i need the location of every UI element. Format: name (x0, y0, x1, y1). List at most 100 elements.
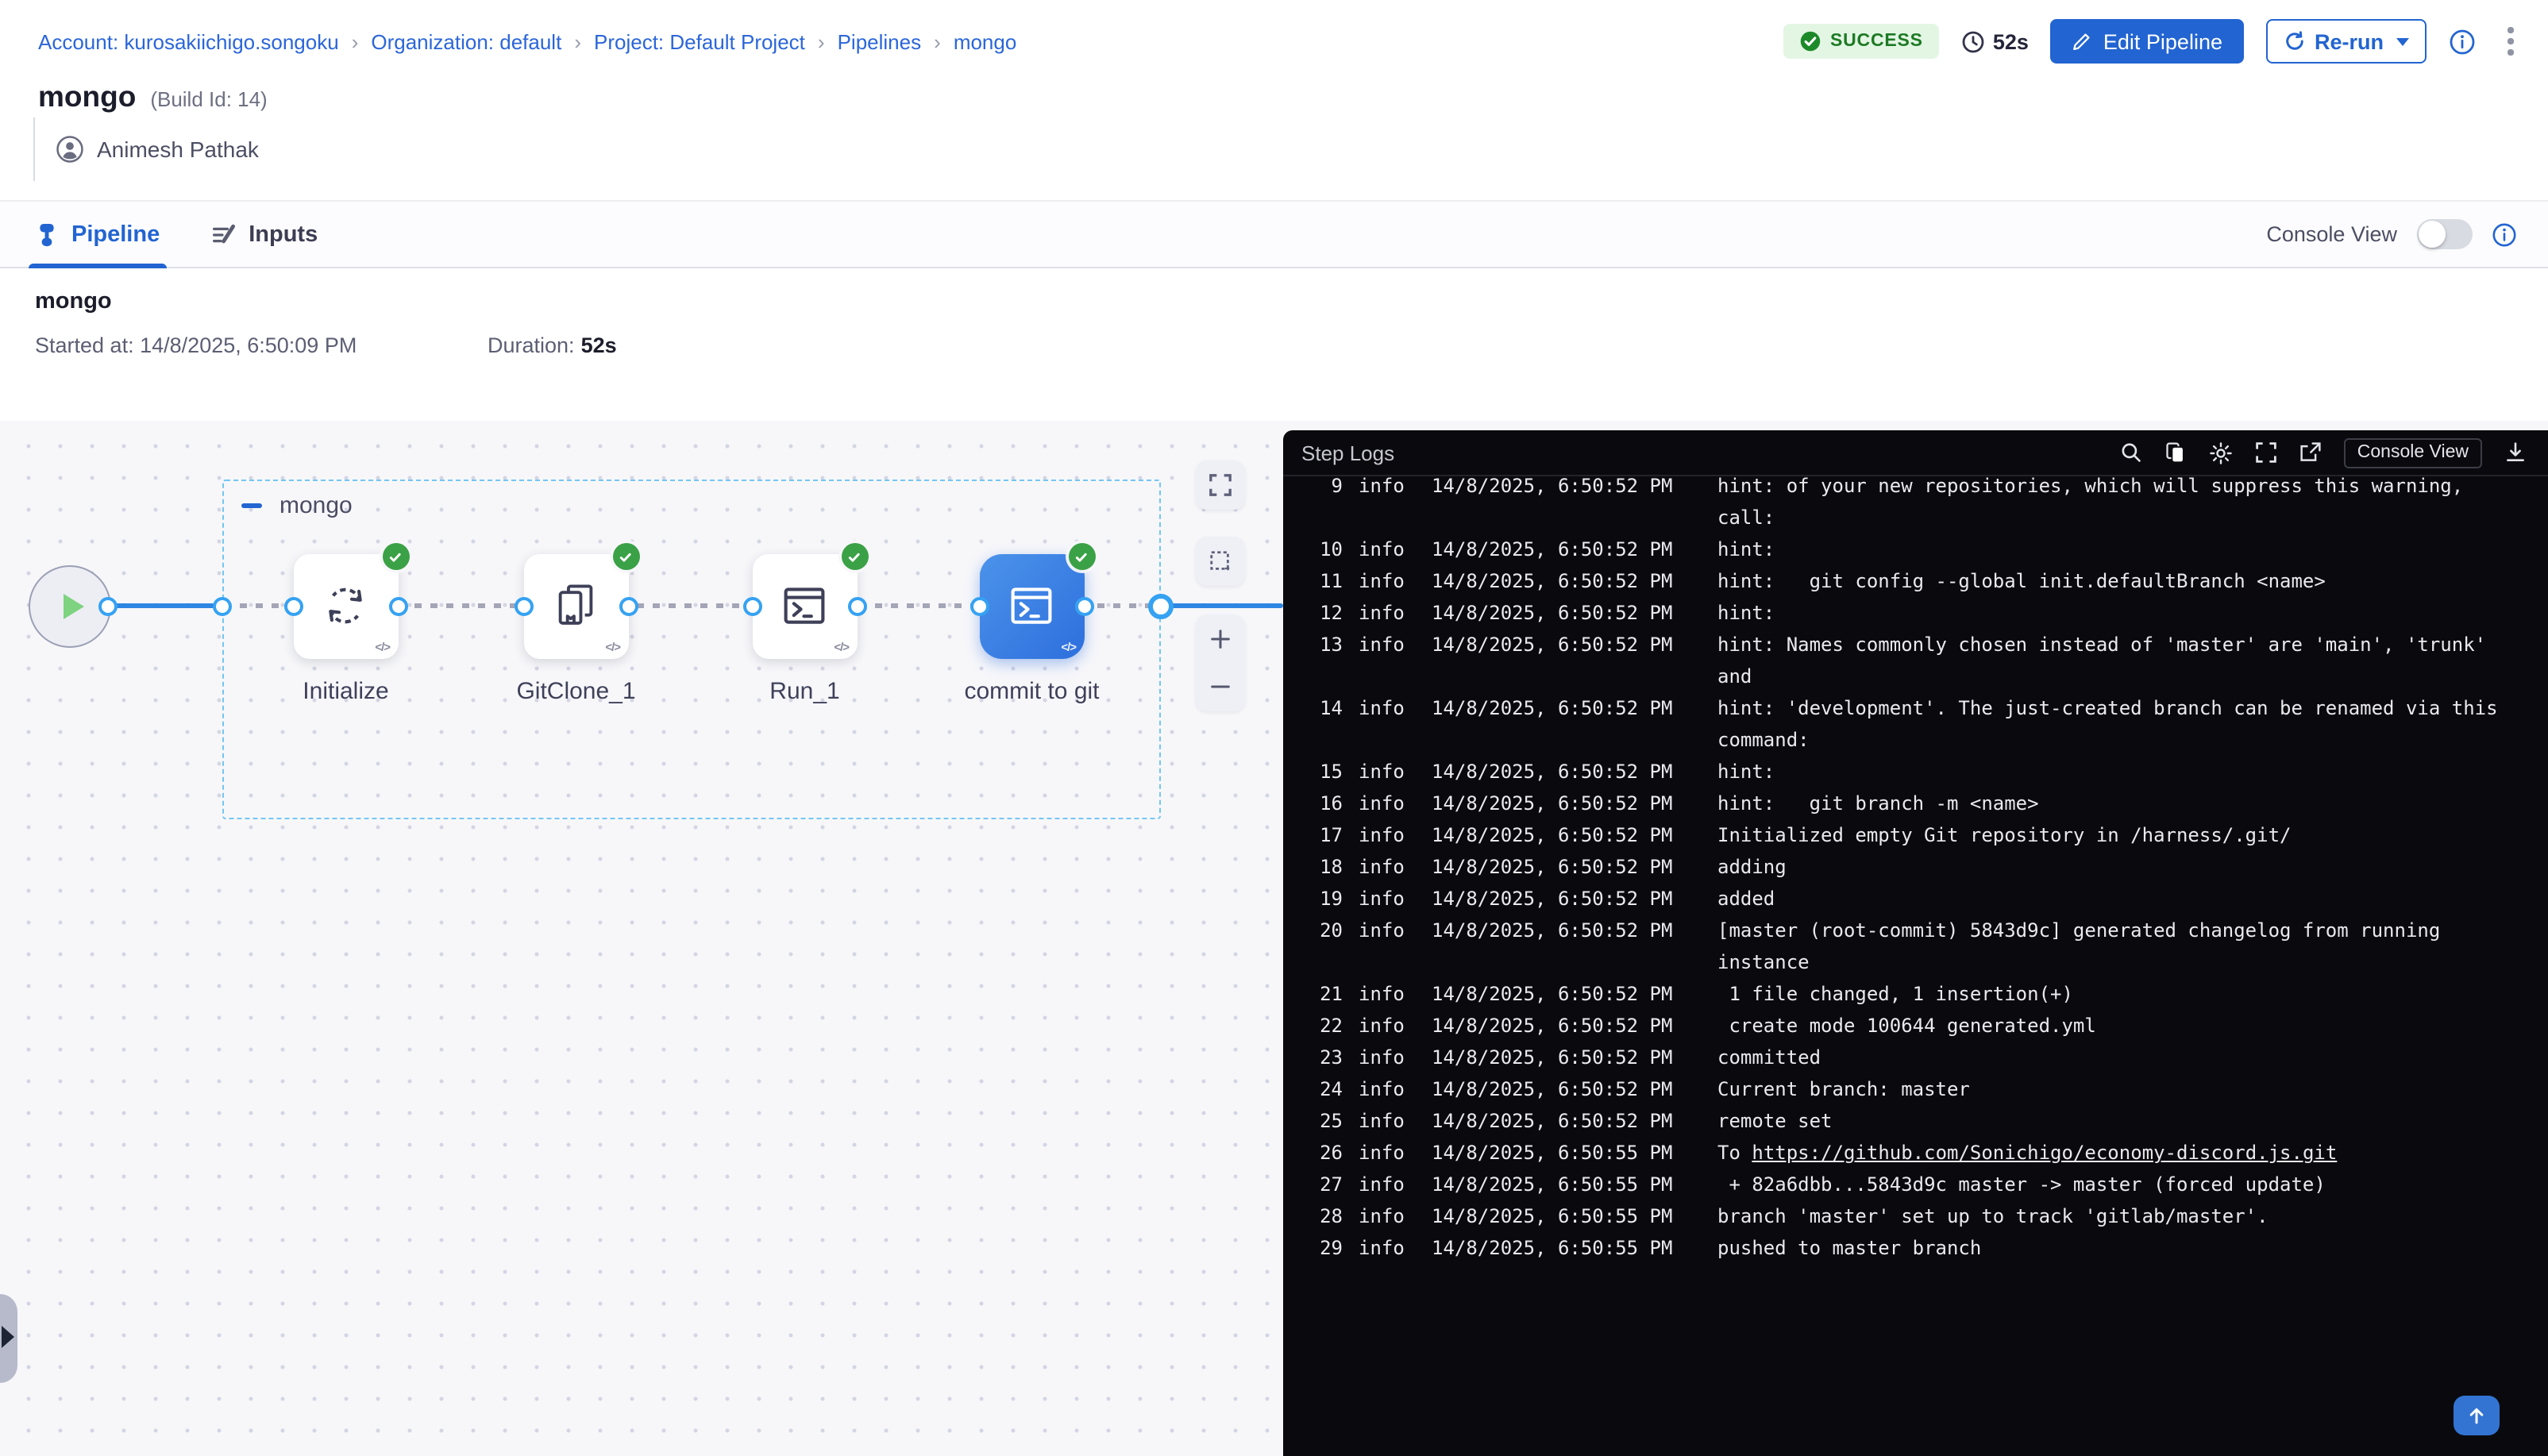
connector-port[interactable] (743, 597, 762, 616)
console-view-toggle[interactable] (2416, 219, 2472, 249)
breadcrumb-item[interactable]: Pipelines (838, 30, 922, 54)
connector-port[interactable] (970, 597, 989, 616)
log-timestamp: 14/8/2025, 6:50:52 PM (1432, 565, 1702, 597)
code-icon: </> (605, 639, 620, 653)
inputs-icon (210, 221, 236, 247)
log-timestamp: 14/8/2025, 6:50:52 PM (1432, 1105, 1702, 1137)
search-icon[interactable] (2121, 441, 2143, 464)
log-level: info (1359, 978, 1416, 1010)
terminal-icon (1006, 580, 1058, 633)
status-text: SUCCESS (1830, 32, 1923, 51)
log-line-number: 10 (1308, 533, 1343, 565)
success-check-icon (382, 543, 409, 570)
pipeline-node: </>commit to git (980, 554, 1084, 658)
tab-pipeline[interactable]: Pipeline (35, 202, 160, 267)
fullscreen-icon[interactable] (2256, 441, 2278, 464)
toggle-knob (2418, 221, 2445, 248)
log-line: 20info14/8/2025, 6:50:52 PM[master (root… (1282, 915, 2548, 978)
log-line-number: 21 (1308, 978, 1343, 1010)
connector-port[interactable] (212, 596, 231, 615)
pipeline-node-card[interactable]: </> (524, 554, 628, 658)
log-toolbar: Console View (2121, 437, 2526, 468)
info-icon[interactable] (2491, 221, 2516, 247)
download-icon[interactable] (2504, 441, 2526, 464)
log-timestamp: 14/8/2025, 6:50:52 PM (1432, 597, 1702, 629)
log-line-number: 25 (1308, 1105, 1343, 1137)
connector-port[interactable] (1148, 593, 1174, 618)
log-message: [master (root-commit) 5843d9c] generated… (1717, 915, 2532, 978)
log-line-number: 23 (1308, 1042, 1343, 1073)
log-line-number: 26 (1308, 1137, 1343, 1169)
log-level: info (1359, 883, 1416, 915)
log-line: 26info14/8/2025, 6:50:55 PMTo https://gi… (1282, 1137, 2548, 1169)
tab-inputs[interactable]: Inputs (210, 202, 318, 267)
log-level: info (1359, 476, 1416, 502)
edit-pipeline-button[interactable]: Edit Pipeline (2051, 19, 2243, 64)
zoom-in-icon[interactable] (1208, 627, 1232, 651)
log-line: 27info14/8/2025, 6:50:55 PM + 82a6dbb...… (1282, 1169, 2548, 1200)
rerun-label: Re-run (2315, 29, 2384, 53)
pipeline-node-label: Run_1 (769, 678, 839, 705)
log-link[interactable]: https://github.com/Sonichigo/economy-dis… (1752, 1142, 2337, 1164)
harness-pipeline-execution-page: Account: kurosakiichigo.songoku › Organiza… (0, 0, 2548, 1456)
user-icon (56, 135, 84, 164)
connector-port[interactable] (1074, 597, 1093, 616)
breadcrumb-item[interactable]: Organization: default (371, 30, 561, 54)
log-line-number: 20 (1308, 915, 1343, 946)
log-line-number: 18 (1308, 851, 1343, 883)
log-level: info (1359, 819, 1416, 851)
log-line: 10info14/8/2025, 6:50:52 PMhint: (1282, 533, 2548, 565)
log-line: 14info14/8/2025, 6:50:52 PMhint: 'develo… (1282, 692, 2548, 756)
pipeline-node-card[interactable]: </> (980, 554, 1084, 658)
log-lines-container[interactable]: 9info14/8/2025, 6:50:52 PMhint: of your … (1282, 476, 2548, 1456)
copy-icon[interactable] (2165, 441, 2188, 464)
log-line: 11info14/8/2025, 6:50:52 PMhint: git con… (1282, 565, 2548, 597)
more-options-icon[interactable] (2504, 25, 2516, 59)
log-line: 28info14/8/2025, 6:50:55 PMbranch 'maste… (1282, 1200, 2548, 1232)
pipeline-node-card[interactable]: </> (753, 554, 857, 658)
log-line-number: 27 (1308, 1169, 1343, 1200)
collapse-stage-icon[interactable] (241, 503, 262, 509)
pipeline-node-card[interactable]: </> (294, 554, 398, 658)
console-view-label: Console View (2266, 222, 2397, 246)
log-line: 12info14/8/2025, 6:50:52 PMhint: (1282, 597, 2548, 629)
connector-port[interactable] (284, 597, 303, 616)
external-link-icon[interactable] (2300, 441, 2322, 464)
pipeline-icon (35, 221, 59, 247)
canvas-zoom-controls (1196, 614, 1245, 711)
breadcrumb-item[interactable]: Account: kurosakiichigo.songoku (38, 30, 339, 54)
connector-port[interactable] (98, 596, 118, 615)
connector-port[interactable] (515, 597, 534, 616)
breadcrumb-separator: › (934, 30, 941, 54)
expand-right-icon (2, 1326, 14, 1348)
console-view-button[interactable]: Console View (2345, 437, 2481, 468)
scroll-to-top-button[interactable] (2453, 1396, 2499, 1435)
connector-port[interactable] (619, 597, 638, 616)
breadcrumb-item[interactable]: mongo (954, 30, 1017, 54)
left-panel-handle[interactable] (0, 1294, 17, 1383)
zoom-out-icon[interactable] (1208, 676, 1232, 699)
screen: Account: kurosakiichigo.songoku › Organiza… (0, 0, 2548, 1456)
log-level: info (1359, 1073, 1416, 1105)
rerun-button[interactable]: Re-run (2265, 19, 2427, 64)
canvas-fullscreen-button[interactable] (1196, 460, 1245, 510)
log-timestamp: 14/8/2025, 6:50:52 PM (1432, 1010, 1702, 1042)
connector-port[interactable] (847, 597, 866, 616)
breadcrumb-separator: › (352, 30, 359, 54)
log-message: create mode 100644 generated.yml (1717, 1010, 2532, 1042)
connector-port[interactable] (388, 597, 407, 616)
gear-icon[interactable] (2210, 441, 2234, 464)
log-message: hint: git config --global init.defaultBr… (1717, 565, 2532, 597)
breadcrumb-item[interactable]: Project: Default Project (594, 30, 805, 54)
canvas-select-button[interactable] (1196, 536, 1245, 585)
log-message: adding (1717, 851, 2532, 883)
info-icon[interactable] (2449, 28, 2476, 55)
tab-pipeline-label: Pipeline (71, 221, 160, 247)
log-line: 23info14/8/2025, 6:50:52 PMcommitted (1282, 1042, 2548, 1073)
log-line: 29info14/8/2025, 6:50:55 PMpushed to mas… (1282, 1232, 2548, 1264)
build-id: (Build Id: 14) (150, 87, 267, 111)
step-logs-panel: Step Logs Console View (1282, 430, 2548, 1456)
log-timestamp: 14/8/2025, 6:50:52 PM (1432, 883, 1702, 915)
arrow-up-icon (2465, 1405, 2486, 1426)
code-icon: </> (1061, 639, 1076, 653)
